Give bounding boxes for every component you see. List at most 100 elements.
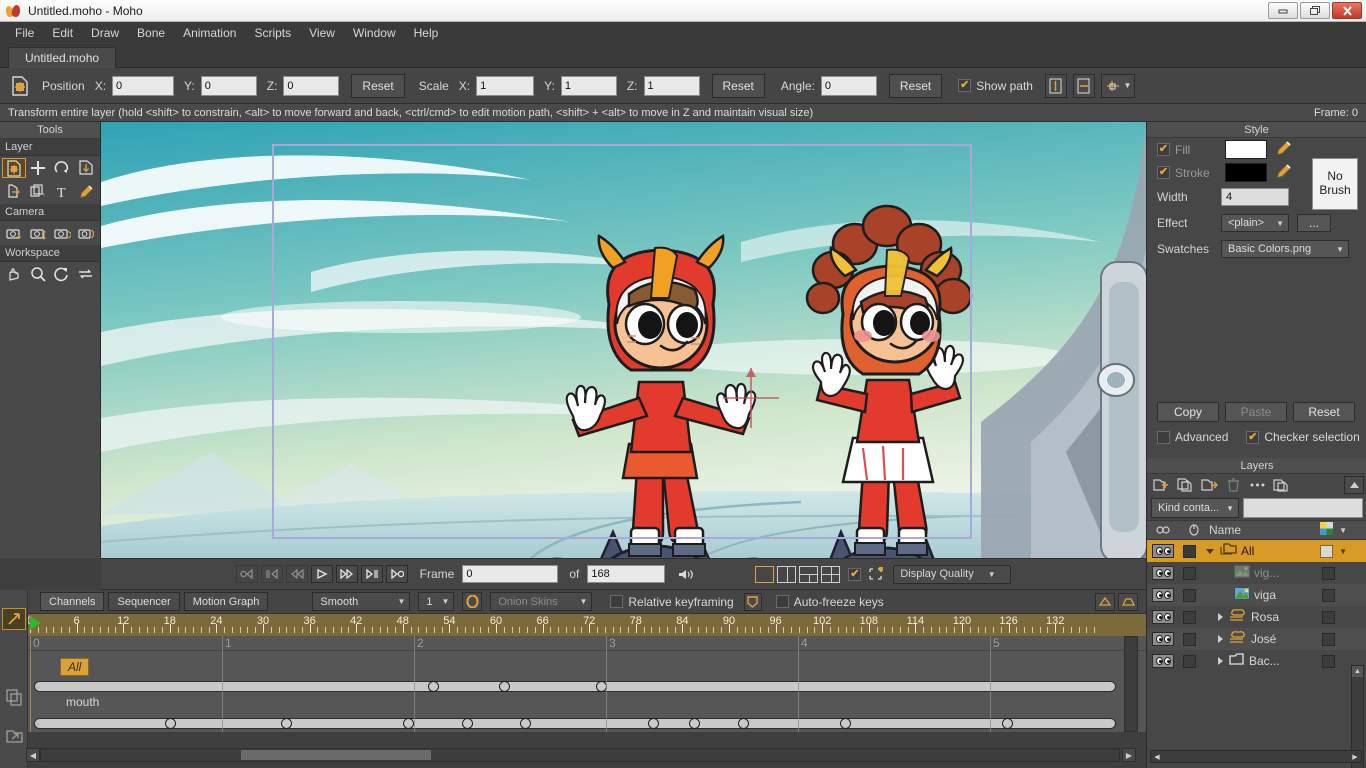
camera-zoom-tool[interactable] (26, 223, 50, 243)
relative-keyframing-checkbox[interactable]: ✔ Relative keyframing (610, 595, 734, 609)
checker-selection-checkbox[interactable]: ✔ Checker selection (1246, 430, 1360, 444)
jump-to-end-button[interactable] (385, 565, 408, 583)
scale-y-input[interactable]: 1 (560, 75, 617, 96)
layer-row-viga[interactable]: viga (1147, 584, 1366, 606)
expand-timeline-button[interactable] (2, 608, 26, 630)
transform-options-dropdown[interactable]: ▼ (1100, 73, 1135, 98)
timeline-tracks-area[interactable]: All mouth 0 1 2 3 4 5 (28, 636, 1146, 732)
lock-toggle[interactable] (1183, 654, 1196, 668)
play-button[interactable] (310, 565, 333, 583)
menu-file[interactable]: File (6, 24, 43, 42)
layer-color-box[interactable] (1322, 610, 1335, 624)
column-menu-icon[interactable]: ▼ (1339, 526, 1347, 535)
menu-draw[interactable]: Draw (82, 24, 128, 42)
layer-color-box[interactable] (1322, 654, 1335, 668)
paste-style-button[interactable]: Paste (1225, 402, 1287, 422)
layer-row-bac[interactable]: Bac... (1147, 650, 1366, 672)
layers-horizontal-scrollbar[interactable]: ◀ ▶ (1150, 750, 1362, 763)
effect-more-button[interactable]: ... (1297, 214, 1331, 232)
stroke-color-swatch[interactable] (1225, 163, 1267, 182)
track-chip-all[interactable]: All (60, 658, 90, 676)
close-button[interactable] (1332, 2, 1362, 19)
expand-arrow[interactable] (1218, 635, 1223, 643)
canvas-viewport[interactable] (101, 122, 1146, 558)
expand-arrow[interactable] (1206, 548, 1214, 554)
layer-text-tool[interactable]: T (50, 182, 74, 202)
layer-row-all[interactable]: All ▼ (1147, 540, 1366, 562)
tab-sequencer[interactable]: Sequencer (108, 592, 180, 611)
layer-row-jose[interactable]: José (1147, 628, 1366, 650)
flip-vertical-button[interactable] (1072, 73, 1095, 98)
document-tab[interactable]: Untitled.moho (8, 47, 117, 68)
menu-bone[interactable]: Bone (128, 24, 174, 42)
camera-roll-tool[interactable] (50, 223, 74, 243)
total-frames-input[interactable]: 168 (587, 565, 666, 583)
orbit-workspace-tool[interactable] (74, 264, 98, 284)
fast-forward-button[interactable] (335, 565, 358, 583)
fill-color-swatch[interactable] (1225, 140, 1267, 159)
layer-row-vig[interactable]: vig... (1147, 562, 1366, 584)
menu-view[interactable]: View (300, 24, 344, 42)
four-pane-layout-button[interactable] (821, 565, 841, 583)
single-view-layout-button[interactable] (755, 565, 775, 583)
no-brush-button[interactable]: No Brush (1312, 158, 1358, 210)
transform-layer-tool[interactable] (2, 158, 26, 178)
scale-layer-tool[interactable] (74, 158, 98, 178)
menu-animation[interactable]: Animation (174, 24, 245, 42)
advanced-checkbox[interactable]: ✔ Advanced (1157, 430, 1228, 444)
follow-path-tool[interactable] (26, 182, 50, 202)
timeline-vertical-scrollbar[interactable] (1124, 636, 1138, 732)
viewport-toggle-checkbox[interactable]: ✔ (848, 567, 862, 581)
scale-z-input[interactable]: 1 (643, 75, 700, 96)
position-y-input[interactable]: 0 (200, 75, 257, 96)
flip-horizontal-button[interactable] (1044, 73, 1067, 98)
expand-arrow[interactable] (1218, 613, 1223, 621)
layer-color-box[interactable] (1322, 588, 1335, 602)
stroke-checkbox[interactable]: ✔ (1157, 166, 1170, 179)
duplicate-layer-icon[interactable] (1175, 476, 1195, 494)
visibility-toggle[interactable] (1152, 566, 1174, 580)
menu-help[interactable]: Help (405, 24, 448, 42)
speaker-icon[interactable] (675, 565, 697, 583)
visibility-toggle[interactable] (1152, 544, 1174, 558)
expand-arrow[interactable] (1218, 657, 1223, 665)
camera-pan-tool[interactable] (74, 223, 98, 243)
copy-keyframes-button[interactable] (2, 686, 26, 708)
selection-bounds-icon[interactable] (864, 565, 886, 583)
zoom-workspace-tool[interactable] (26, 264, 50, 284)
angle-input[interactable]: 0 (820, 75, 877, 96)
lock-toggle[interactable] (1183, 588, 1196, 602)
layer-kind-filter-dropdown[interactable]: Kind conta... ▼ (1151, 498, 1239, 518)
timeline-ruler[interactable]: 0 6 12 18 24 30 36 42 48 54 60 66 72 78 84 90 96 102 108 11… (28, 614, 1146, 636)
visibility-toggle[interactable] (1152, 654, 1174, 668)
timeline-scroll-left-button[interactable]: ◀ (26, 748, 40, 762)
previous-keyframe-button[interactable] (260, 565, 283, 583)
auto-freeze-keys-checkbox[interactable]: ✔ Auto-freeze keys (775, 595, 884, 609)
cycles-dropdown[interactable]: 1 ▼ (418, 592, 455, 611)
two-pane-layout-button[interactable] (777, 565, 797, 583)
layer-eyedropper-tool[interactable] (74, 182, 98, 202)
menu-edit[interactable]: Edit (43, 24, 82, 42)
width-input[interactable]: 4 (1221, 188, 1289, 206)
frame-input[interactable]: 0 (462, 565, 559, 583)
step-back-button[interactable] (285, 565, 308, 583)
layer-row-rosa[interactable]: Rosa (1147, 606, 1366, 628)
menu-window[interactable]: Window (344, 24, 405, 42)
tab-motion-graph[interactable]: Motion Graph (183, 592, 269, 611)
tab-channels[interactable]: Channels (40, 592, 105, 611)
timeline-scroll-right-button[interactable]: ▶ (1122, 748, 1136, 762)
position-x-input[interactable]: 0 (112, 75, 175, 96)
rewind-to-start-button[interactable] (235, 565, 258, 583)
rotate-workspace-tool[interactable] (50, 264, 74, 284)
collapse-up-icon[interactable] (1095, 592, 1115, 611)
display-quality-dropdown[interactable]: Display Quality ▼ (893, 564, 1012, 584)
layer-search-input[interactable] (1243, 498, 1363, 518)
shear-layer-tool[interactable] (2, 182, 26, 202)
fill-checkbox[interactable]: ✔ (1157, 143, 1170, 156)
layer-color-box[interactable] (1320, 544, 1334, 558)
shield-icon[interactable] (743, 592, 762, 611)
visibility-toggle[interactable] (1152, 588, 1174, 602)
step-to-end-button[interactable] (360, 565, 383, 583)
reset-position-button[interactable]: Reset (351, 73, 405, 98)
onion-skins-dropdown[interactable]: Onion Skins ▼ (490, 592, 593, 611)
